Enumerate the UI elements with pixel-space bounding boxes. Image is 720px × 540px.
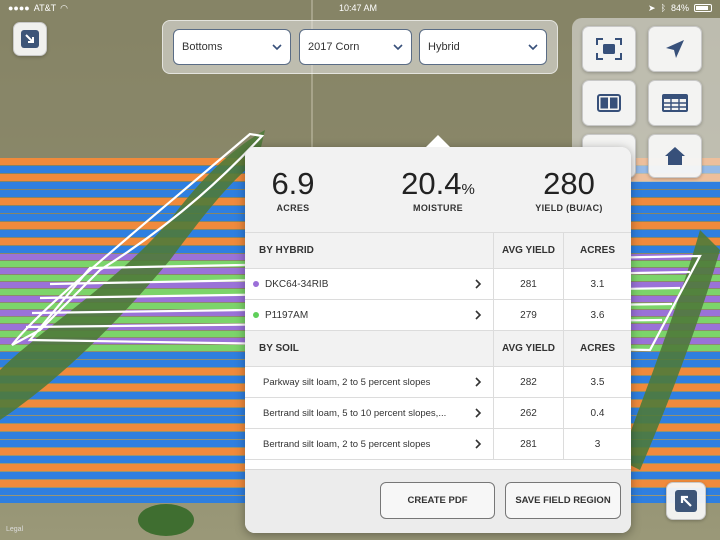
expand-button[interactable] bbox=[666, 482, 706, 520]
navigation-arrow-icon bbox=[666, 40, 684, 58]
chevron-down-icon bbox=[272, 43, 282, 50]
soil-col-yield: AVG YIELD bbox=[493, 331, 563, 366]
hybrid-row[interactable]: DKC64-34RIB 281 3.1 bbox=[245, 269, 631, 300]
focus-frame-icon bbox=[596, 38, 622, 60]
layer-select[interactable]: Hybrid bbox=[419, 29, 547, 65]
hybrid-col-yield: AVG YIELD bbox=[493, 233, 563, 268]
home-button[interactable] bbox=[648, 134, 702, 178]
hybrid-acres: 3.1 bbox=[563, 269, 631, 299]
field-select[interactable]: Bottoms bbox=[173, 29, 291, 65]
chevron-down-icon bbox=[528, 43, 538, 50]
chevron-down-icon bbox=[393, 43, 403, 50]
chevron-right-icon bbox=[475, 408, 482, 418]
soil-name: Bertrand silt loam, 5 to 10 percent slop… bbox=[263, 407, 447, 419]
hybrid-header: BY HYBRID bbox=[259, 245, 314, 256]
hybrid-name: DKC64-34RIB bbox=[265, 278, 329, 290]
hybrid-avg-yield: 279 bbox=[493, 300, 563, 330]
carrier-label: AT&T bbox=[33, 3, 57, 13]
soil-avg-yield: 282 bbox=[493, 367, 563, 397]
home-icon bbox=[665, 147, 685, 165]
soil-row[interactable]: Bertrand silt loam, 5 to 10 percent slop… bbox=[245, 398, 631, 429]
soil-row[interactable]: Parkway silt loam, 2 to 5 percent slopes… bbox=[245, 367, 631, 398]
season-select-value: 2017 Corn bbox=[308, 41, 360, 53]
chevron-right-icon bbox=[475, 310, 482, 320]
hybrid-row[interactable]: P1197AM 279 3.6 bbox=[245, 300, 631, 331]
soil-header: BY SOIL bbox=[259, 343, 299, 354]
split-view-icon bbox=[597, 94, 621, 112]
yield-value: 280 bbox=[543, 166, 595, 201]
split-view-button[interactable] bbox=[582, 80, 636, 126]
chevron-right-icon bbox=[475, 377, 482, 387]
soil-avg-yield: 281 bbox=[493, 429, 563, 459]
chevron-right-icon bbox=[475, 439, 482, 449]
create-pdf-button[interactable]: CREATE PDF bbox=[380, 482, 495, 519]
signal-icon: ●●●● bbox=[8, 3, 30, 13]
location-icon: ➤ bbox=[648, 2, 656, 13]
hybrid-header-row: BY HYBRID AVG YIELD ACRES bbox=[245, 233, 631, 269]
locate-button[interactable] bbox=[648, 26, 702, 72]
acres-label: ACRES bbox=[276, 203, 310, 213]
arrow-up-left-icon bbox=[675, 490, 697, 512]
field-region-popover: 6.9 ACRES 20.4% MOISTURE 280 YIELD (BU/A… bbox=[245, 147, 631, 533]
yield-label: YIELD (BU/AC) bbox=[535, 203, 603, 213]
soil-row[interactable]: Bertrand silt loam, 2 to 5 percent slope… bbox=[245, 429, 631, 460]
bluetooth-icon: ᛒ bbox=[660, 3, 666, 13]
hybrid-avg-yield: 281 bbox=[493, 269, 563, 299]
season-select[interactable]: 2017 Corn bbox=[299, 29, 412, 65]
soil-name: Parkway silt loam, 2 to 5 percent slopes bbox=[263, 376, 431, 388]
moisture-label: MOISTURE bbox=[413, 203, 463, 213]
moisture-stat: 20.4% MOISTURE bbox=[378, 166, 498, 214]
table-view-button[interactable] bbox=[648, 80, 702, 126]
field-select-value: Bottoms bbox=[182, 41, 223, 53]
clock: 10:47 AM bbox=[338, 3, 377, 13]
tree-patch bbox=[138, 504, 194, 536]
acres-value: 6.9 bbox=[271, 166, 315, 201]
moisture-value: 20.4 bbox=[401, 166, 462, 201]
soil-acres: 0.4 bbox=[563, 398, 631, 428]
soil-header-row: BY SOIL AVG YIELD ACRES bbox=[245, 331, 631, 367]
acres-stat: 6.9 ACRES bbox=[245, 166, 353, 214]
soil-acres: 3 bbox=[563, 429, 631, 459]
hybrid-color-dot bbox=[253, 281, 259, 287]
fit-extent-button[interactable] bbox=[582, 26, 636, 72]
hybrid-col-acres: ACRES bbox=[563, 233, 631, 268]
wifi-icon: ◠ bbox=[60, 2, 68, 13]
soil-avg-yield: 262 bbox=[493, 398, 563, 428]
arrow-down-left-icon bbox=[21, 30, 39, 48]
yield-stat: 280 YIELD (BU/AC) bbox=[509, 166, 629, 214]
legal-link[interactable]: Legal bbox=[6, 526, 23, 533]
collapse-button[interactable] bbox=[13, 22, 47, 56]
chevron-right-icon bbox=[475, 279, 482, 289]
filter-bar: Bottoms 2017 Corn Hybrid bbox=[162, 20, 558, 74]
popover-arrow bbox=[426, 135, 450, 147]
table-icon bbox=[662, 94, 688, 112]
soil-acres: 3.5 bbox=[563, 367, 631, 397]
moisture-unit: % bbox=[461, 181, 475, 198]
soil-col-acres: ACRES bbox=[563, 331, 631, 366]
status-bar: ●●●● AT&T ◠ 10:47 AM ➤ ᛒ 84% bbox=[0, 0, 720, 16]
soil-name: Bertrand silt loam, 2 to 5 percent slope… bbox=[263, 438, 431, 450]
hybrid-acres: 3.6 bbox=[563, 300, 631, 330]
breakdown-table: BY HYBRID AVG YIELD ACRES DKC64-34RIB 28… bbox=[245, 233, 631, 460]
hybrid-name: P1197AM bbox=[265, 309, 309, 321]
battery-percent: 84% bbox=[670, 3, 689, 13]
save-field-region-button[interactable]: SAVE FIELD REGION bbox=[505, 482, 621, 519]
battery-icon bbox=[693, 4, 712, 12]
layer-select-value: Hybrid bbox=[428, 41, 460, 53]
hybrid-color-dot bbox=[253, 312, 259, 318]
battery-fill bbox=[695, 6, 708, 10]
summary-stats: 6.9 ACRES 20.4% MOISTURE 280 YIELD (BU/A… bbox=[245, 147, 631, 233]
popover-footer: CREATE PDF SAVE FIELD REGION bbox=[245, 469, 631, 533]
